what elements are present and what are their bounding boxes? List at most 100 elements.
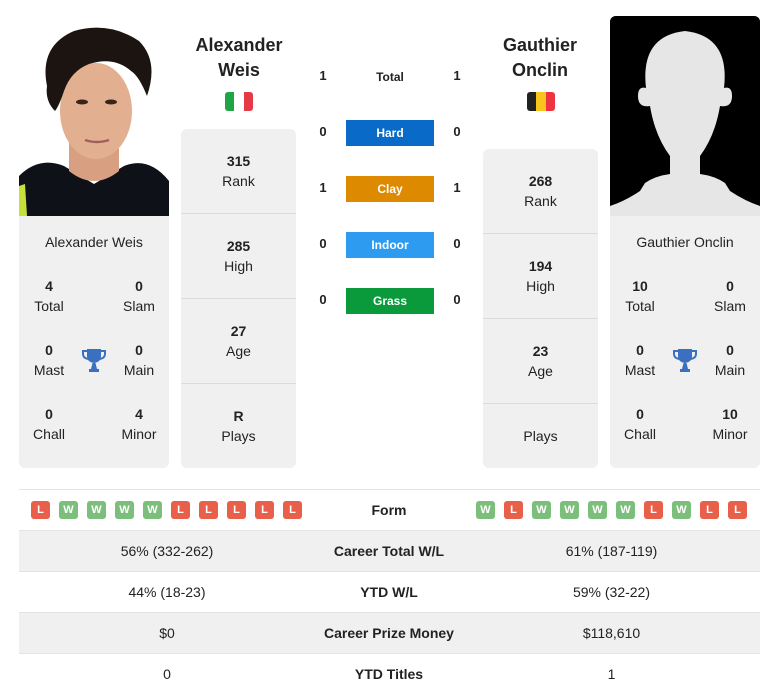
h2h-hard-p1: 0	[319, 124, 327, 139]
form-row: LWWWWLLLLL Form WLWWWWLWLL	[19, 489, 760, 529]
divider	[483, 318, 598, 319]
stats-row-ytd-titles: 0 YTD Titles 1	[19, 653, 760, 694]
form-loss-badge[interactable]: L	[283, 501, 302, 519]
form-loss-badge[interactable]: L	[227, 501, 246, 519]
stats-row-career-total-wl: 56% (332-262) Career Total W/L 61% (187-…	[19, 530, 760, 571]
form-win-badge[interactable]: W	[115, 501, 134, 519]
h2h-clay-p2: 1	[453, 180, 461, 195]
stats-row-career-prize-money: $0 Career Prize Money $118,610	[19, 612, 760, 653]
player2-form-badges: WLWWWWLWLL	[476, 501, 747, 519]
player1-photo	[19, 16, 169, 216]
player1-high: 285 High	[224, 238, 253, 274]
flag-stripe	[536, 92, 546, 111]
player2-titles-mast: 0 Mast	[624, 342, 656, 378]
player1-titles-mast: 0 Mast	[33, 342, 65, 378]
player1-rank: 315 Rank	[222, 153, 255, 189]
player2-career-total-wl: 61% (187-119)	[565, 543, 658, 559]
form-win-badge[interactable]: W	[560, 501, 579, 519]
h2h-hard-p2: 0	[453, 124, 461, 139]
form-win-badge[interactable]: W	[616, 501, 635, 519]
h2h-total-p1: 1	[319, 68, 327, 83]
player1-titles-total: 4 Total	[34, 278, 64, 314]
h2h-indoor-p2: 0	[453, 236, 461, 251]
player2-titles-slam: 0 Slam	[714, 278, 746, 314]
player1-titles-main: 0 Main	[123, 342, 155, 378]
player2-name[interactable]: Gauthier Onclin	[470, 33, 610, 83]
stat-label: YTD W/L	[360, 584, 418, 600]
form-loss-badge[interactable]: L	[171, 501, 190, 519]
form-loss-badge[interactable]: L	[728, 501, 747, 519]
form-loss-badge[interactable]: L	[504, 501, 523, 519]
player2-ytd-titles: 1	[607, 666, 616, 682]
stats-row-ytd-wl: 44% (18-23) YTD W/L 59% (32-22)	[19, 571, 760, 612]
player1-form-badges: LWWWWLLLLL	[31, 501, 302, 519]
player2-titles-chall: 0 Chall	[624, 406, 656, 442]
player2-plays: Plays	[523, 428, 558, 444]
form-win-badge[interactable]: W	[588, 501, 607, 519]
stat-label: Career Total W/L	[333, 543, 445, 559]
form-loss-badge[interactable]: L	[199, 501, 218, 519]
surface-hard-badge[interactable]: Hard	[346, 120, 434, 146]
player1-card-name: Alexander Weis	[45, 234, 143, 250]
h2h-clay-p1: 1	[319, 180, 327, 195]
player2-titles-main: 0 Main	[714, 342, 746, 378]
stat-label: Career Prize Money	[324, 625, 454, 641]
h2h-total-label: Total	[376, 70, 404, 84]
player2-card-name: Gauthier Onclin	[636, 234, 734, 250]
divider	[483, 233, 598, 234]
player1-career-total-wl: 56% (332-262)	[120, 543, 214, 559]
player1-age: 27 Age	[226, 323, 251, 359]
surface-indoor-badge[interactable]: Indoor	[346, 232, 434, 258]
form-win-badge[interactable]: W	[143, 501, 162, 519]
form-loss-badge[interactable]: L	[644, 501, 663, 519]
form-loss-badge[interactable]: L	[31, 501, 50, 519]
player1-portrait-image	[19, 16, 169, 216]
player1-plays: R Plays	[221, 408, 256, 444]
divider	[181, 383, 296, 384]
divider	[483, 403, 598, 404]
belgium-flag-icon	[527, 92, 555, 111]
player2-titles-card: Gauthier Onclin 10 Total 0 Slam 0 Mast 0 Mai…	[610, 216, 760, 468]
player1-titles-minor: 4 Minor	[121, 406, 157, 442]
player2-titles-minor: 10 Minor	[712, 406, 748, 442]
player2-high: 194 High	[526, 258, 555, 294]
surface-grass-badge[interactable]: Grass	[346, 288, 434, 314]
surface-clay-badge[interactable]: Clay	[346, 176, 434, 202]
player2-photo	[610, 16, 760, 216]
flag-stripe	[225, 92, 235, 111]
player1-titles-card: Alexander Weis 4 Total 0 Slam 0 Mast 0 Main …	[19, 216, 169, 468]
player1-ytd-wl: 44% (18-23)	[128, 584, 206, 600]
player1-titles-chall: 0 Chall	[33, 406, 65, 442]
form-loss-badge[interactable]: L	[700, 501, 719, 519]
player1-name[interactable]: Alexander Weis	[169, 33, 309, 83]
h2h-grass-p1: 0	[319, 292, 327, 307]
form-loss-badge[interactable]: L	[255, 501, 274, 519]
player2-rank: 268 Rank	[524, 173, 557, 209]
form-win-badge[interactable]: W	[476, 501, 495, 519]
player2-silhouette-image	[610, 16, 760, 216]
h2h-total-p2: 1	[453, 68, 461, 83]
flag-stripe	[243, 92, 253, 111]
italy-flag-icon	[225, 92, 253, 111]
divider	[181, 213, 296, 214]
h2h-grass-p2: 0	[453, 292, 461, 307]
player1-rank-card: 315 Rank 285 High 27 Age R Plays	[181, 129, 296, 468]
player2-career-prize-money: $118,610	[582, 625, 641, 641]
form-win-badge[interactable]: W	[87, 501, 106, 519]
stat-label: YTD Titles	[354, 666, 424, 682]
form-win-badge[interactable]: W	[532, 501, 551, 519]
flag-stripe	[527, 92, 537, 111]
divider	[181, 298, 296, 299]
flag-stripe	[545, 92, 555, 111]
player2-titles-total: 10 Total	[625, 278, 655, 314]
trophy-icon	[673, 347, 697, 373]
player2-rank-card: 268 Rank 194 High 23 Age Plays	[483, 149, 598, 468]
form-win-badge[interactable]: W	[672, 501, 691, 519]
trophy-icon	[82, 347, 106, 373]
player2-ytd-wl: 59% (32-22)	[572, 584, 651, 600]
form-label: Form	[371, 502, 407, 518]
flag-stripe	[234, 92, 244, 111]
player1-career-prize-money: $0	[159, 625, 175, 641]
form-win-badge[interactable]: W	[59, 501, 78, 519]
player1-ytd-titles: 0	[163, 666, 171, 682]
